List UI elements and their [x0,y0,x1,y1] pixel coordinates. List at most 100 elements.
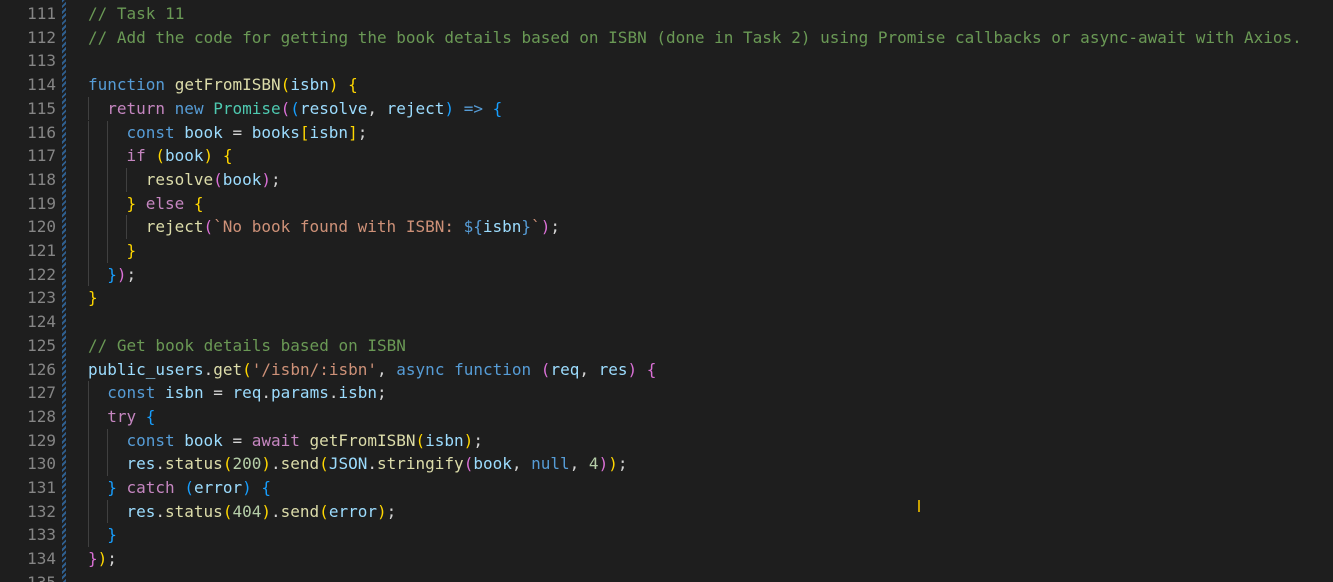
code-token: isbn [338,383,377,403]
code-token: ) [261,501,271,521]
code-token: ] [348,122,358,142]
code-token: ( [242,359,252,379]
code-line[interactable]: 135 [0,571,1333,582]
code-token: if [126,146,146,166]
code-token: ) [608,454,618,474]
code-token: function [88,75,166,95]
line-number: 134 [27,549,56,569]
line-number: 113 [27,51,56,71]
code-token: getFromISBN [309,430,416,450]
code-text: const book = await getFromISBN(isbn); [126,429,482,453]
code-token: await [251,430,300,450]
code-line[interactable]: 133} [0,523,1333,548]
code-line[interactable]: 122}); [0,262,1333,287]
code-line[interactable]: 129 const book = await getFromISBN(isbn); [0,428,1333,453]
code-token: { [492,98,503,118]
line-number: 130 [27,454,56,474]
code-text: const book = books[isbn]; [126,121,367,145]
code-token: ) [242,478,252,497]
code-line[interactable]: 131} catch (error) { [0,476,1333,500]
code-token: isbn [425,430,464,450]
code-token: , [367,98,387,118]
code-token: ( [222,501,233,521]
code-line[interactable]: 115 return new Promise((resolve, reject) … [0,96,1333,121]
code-token: ) [598,454,609,474]
code-text: } catch (error) { [107,476,271,500]
code-token: ) [444,98,455,118]
code-token: } [126,193,137,213]
line-number: 121 [27,241,56,260]
code-text: } [107,523,117,547]
code-token: const [126,430,175,450]
code-token: } [107,525,117,545]
code-line[interactable]: 117 if (book) { [0,144,1333,168]
code-token: ${ [463,217,483,237]
code-line[interactable]: 113 [0,49,1333,73]
indent-guide [88,167,89,192]
code-token: } [521,217,532,237]
code-token: book [184,430,223,450]
code-token: ) [203,146,214,166]
code-token: . [261,383,272,403]
code-text: res.status(200).send(JSON.stringify(book… [126,452,627,476]
indent-guide [88,476,89,500]
line-number: 126 [27,359,56,379]
code-token: params [271,383,329,403]
indent-guide [88,262,89,287]
code-text: reject(`No book found with ISBN: ${isbn}… [146,215,560,239]
indent-guide [88,215,89,239]
code-token: isbn [309,122,349,142]
code-token: ; [126,264,137,284]
code-line[interactable]: 120 reject(`No book found with ISBN: ${is… [0,215,1333,239]
code-line[interactable]: 119} else { [0,191,1333,216]
code-token: `No book found with ISBN: [213,217,464,237]
code-token: } [107,478,117,497]
line-number: 117 [27,146,56,166]
indent-guide [88,239,89,263]
code-token: . [203,359,214,379]
code-token: return [107,98,166,118]
line-number: 120 [27,217,56,237]
code-editor[interactable]: 111 // Task 11 112 // Add the code for gett… [0,0,1333,582]
code-line[interactable]: 111 // Task 11 [0,2,1333,26]
indent-guide [107,191,109,216]
code-token: . [271,454,281,474]
code-token: 4 [588,454,599,474]
code-line[interactable]: 124 [0,310,1333,334]
code-line[interactable]: 125 // Get book details based on ISBN [0,334,1333,358]
code-token: ; [550,217,560,237]
code-token: , [569,454,589,474]
code-line[interactable]: 114 function getFromISBN(isbn) { [0,73,1333,97]
code-line[interactable]: 112 // Add the code for getting the book … [0,26,1333,50]
code-token: catch [126,478,175,497]
code-line[interactable]: 134}); [0,547,1333,571]
code-line[interactable]: 128 try { [0,404,1333,429]
code-token: { [348,75,358,95]
code-line[interactable]: 130 res.status(200).send(JSON.stringify(b… [0,452,1333,476]
code-line[interactable]: 121} [0,239,1333,263]
code-line[interactable]: 123} [0,286,1333,310]
code-token: ; [386,501,397,521]
code-line[interactable]: 118 resolve(book); [0,167,1333,192]
code-token: books [251,122,300,142]
code-token: ( [319,501,329,521]
code-token: { [261,478,272,497]
code-token: } [126,241,137,260]
code-line[interactable]: 132 res.status(404).send(error); [0,499,1333,524]
code-line[interactable]: 126 public_users.get('/isbn/:isbn', async… [0,358,1333,382]
code-token: const [107,383,156,403]
code-line[interactable]: 116 const book = books[isbn]; [0,120,1333,145]
code-line[interactable]: 127 const isbn = req.params.isbn; [0,381,1333,405]
line-number: 125 [27,335,56,355]
indent-guide [107,452,109,476]
indent-guide [88,404,89,429]
code-token: res [598,359,628,379]
